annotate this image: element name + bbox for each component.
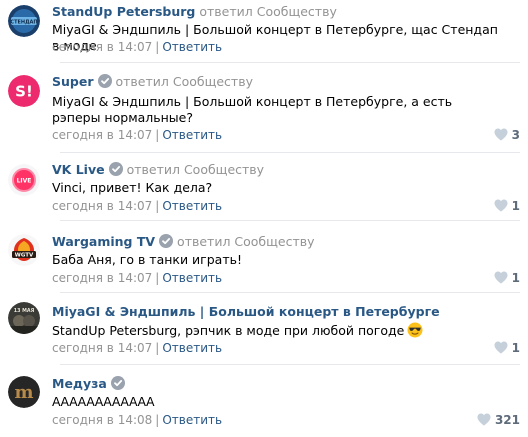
author-link[interactable]: MiyaGI & Эндшпиль | Большой концерт в Пе… (52, 304, 440, 319)
reply-header: VK Live ответил Сообществу (52, 162, 264, 178)
divider (60, 292, 520, 293)
avatar-wargaming-tv[interactable]: WGTV (8, 234, 40, 266)
reply-action-text: ответил Сообществу (199, 4, 337, 19)
reply-text-content: StandUp Petersburg, рэпчик в моде при лю… (52, 323, 405, 338)
like-button[interactable]: 3 (494, 127, 520, 143)
reply-button[interactable]: Ответить (162, 128, 222, 142)
avatar-vk-live[interactable]: LIVE (8, 164, 40, 196)
divider (60, 152, 520, 153)
reply-date[interactable]: сегодня в 14:07 (52, 128, 152, 142)
reply-action-text: ответил Сообществу (177, 234, 315, 249)
like-count: 3 (511, 128, 520, 142)
reply-button[interactable]: Ответить (162, 413, 222, 427)
like-button[interactable]: 1 (494, 340, 520, 356)
avatar-miyagi-endshpil[interactable]: 13 МАЯ (8, 302, 40, 334)
verified-icon (97, 74, 112, 88)
reply-date[interactable]: сегодня в 14:07 (52, 271, 152, 285)
reply-text: StandUp Petersburg, рэпчик в моде при лю… (52, 322, 502, 339)
heart-icon (477, 413, 491, 426)
reply-date[interactable]: сегодня в 14:07 (52, 341, 152, 355)
verified-icon (110, 376, 125, 390)
reply-text: MiyaGI & Эндшпиль | Большой концерт в Пе… (52, 94, 453, 125)
reply-button[interactable]: Ответить (162, 341, 222, 355)
like-count: 1 (511, 271, 520, 285)
like-button[interactable]: 321 (477, 412, 520, 428)
avatar-super[interactable]: S! (8, 75, 40, 107)
reply-text: Баба Аня, го в танки играть! (52, 252, 243, 267)
avatar-meduza[interactable]: m (8, 376, 40, 408)
reply-button[interactable]: Ответить (162, 40, 222, 54)
reply-text: АААААААААААА (52, 394, 155, 409)
verified-icon (159, 234, 174, 248)
divider (60, 364, 520, 365)
like-count: 1 (511, 199, 520, 213)
reply-meta: сегодня в 14:07 | Ответить (52, 128, 223, 142)
reply-button[interactable]: Ответить (162, 199, 222, 213)
like-count: 321 (494, 413, 520, 427)
like-button[interactable]: 1 (494, 270, 520, 286)
reply-text: Vinci, привет! Как дела? (52, 180, 213, 195)
heart-icon (494, 128, 508, 141)
avatar-miyagi-text: 13 МАЯ (14, 308, 35, 314)
author-link[interactable]: Wargaming TV (52, 234, 155, 249)
reply-header: Wargaming TV ответил Сообществу (52, 234, 315, 250)
avatar-vklive-text: LIVE (17, 177, 32, 184)
reply-item: S! Super ответил Сообществу MiyaGI & Эндш… (0, 70, 528, 150)
heart-icon (494, 271, 508, 284)
author-link[interactable]: Медуза (52, 376, 107, 391)
reply-meta: сегодня в 14:07 | Ответить (52, 40, 223, 54)
reply-item: 13 МАЯ MiyaGI & Эндшпиль | Большой конце… (0, 298, 528, 360)
reply-meta: сегодня в 14:07 | Ответить (52, 199, 223, 213)
avatar-standup-text: СТЕНДАП (10, 20, 37, 26)
reply-button[interactable]: Ответить (162, 271, 222, 285)
reply-meta: сегодня в 14:07 | Ответить (52, 341, 223, 355)
author-link[interactable]: VK Live (52, 162, 105, 177)
like-button[interactable]: 1 (494, 198, 520, 214)
avatar-super-text: S! (15, 83, 33, 101)
author-link[interactable]: Super (52, 74, 94, 89)
reply-header: StandUp Petersburg ответил Сообществу (52, 4, 337, 20)
reply-item: WGTV Wargaming TV ответил Сообществу Баба… (0, 228, 528, 288)
reply-date[interactable]: сегодня в 14:07 (52, 199, 152, 213)
author-link[interactable]: StandUp Petersburg (52, 4, 195, 19)
reply-action-text: ответил Сообществу (126, 162, 265, 177)
avatar-meduza-text: m (14, 382, 33, 403)
divider (60, 220, 520, 221)
heart-icon (494, 199, 508, 212)
heart-icon (494, 341, 508, 354)
reply-item: LIVE VK Live ответил Сообществу Vinci, пр… (0, 158, 528, 218)
like-count: 1 (511, 341, 520, 355)
reply-header: Медуза (52, 376, 125, 392)
reply-date[interactable]: сегодня в 14:08 (52, 413, 152, 427)
reply-header: MiyaGI & Эндшпиль | Большой концерт в Пе… (52, 304, 440, 320)
reply-item: СТЕНДАП StandUp Petersburg ответил Сообще… (0, 0, 528, 62)
sunglasses-emoji-icon (407, 322, 423, 338)
avatar-wgtv-text: WGTV (15, 253, 34, 259)
reply-item: m Медуза АААААААААААА сегодня в 14:08 | От… (0, 370, 528, 432)
reply-meta: сегодня в 14:08 | Ответить (52, 413, 223, 427)
divider (60, 62, 520, 63)
reply-header: Super ответил Сообществу (52, 74, 253, 90)
avatar-standup-petersburg[interactable]: СТЕНДАП (8, 5, 40, 37)
reply-action-text: ответил Сообществу (115, 74, 253, 89)
reply-date[interactable]: сегодня в 14:07 (52, 40, 152, 54)
verified-icon (108, 162, 123, 176)
reply-meta: сегодня в 14:07 | Ответить (52, 271, 223, 285)
